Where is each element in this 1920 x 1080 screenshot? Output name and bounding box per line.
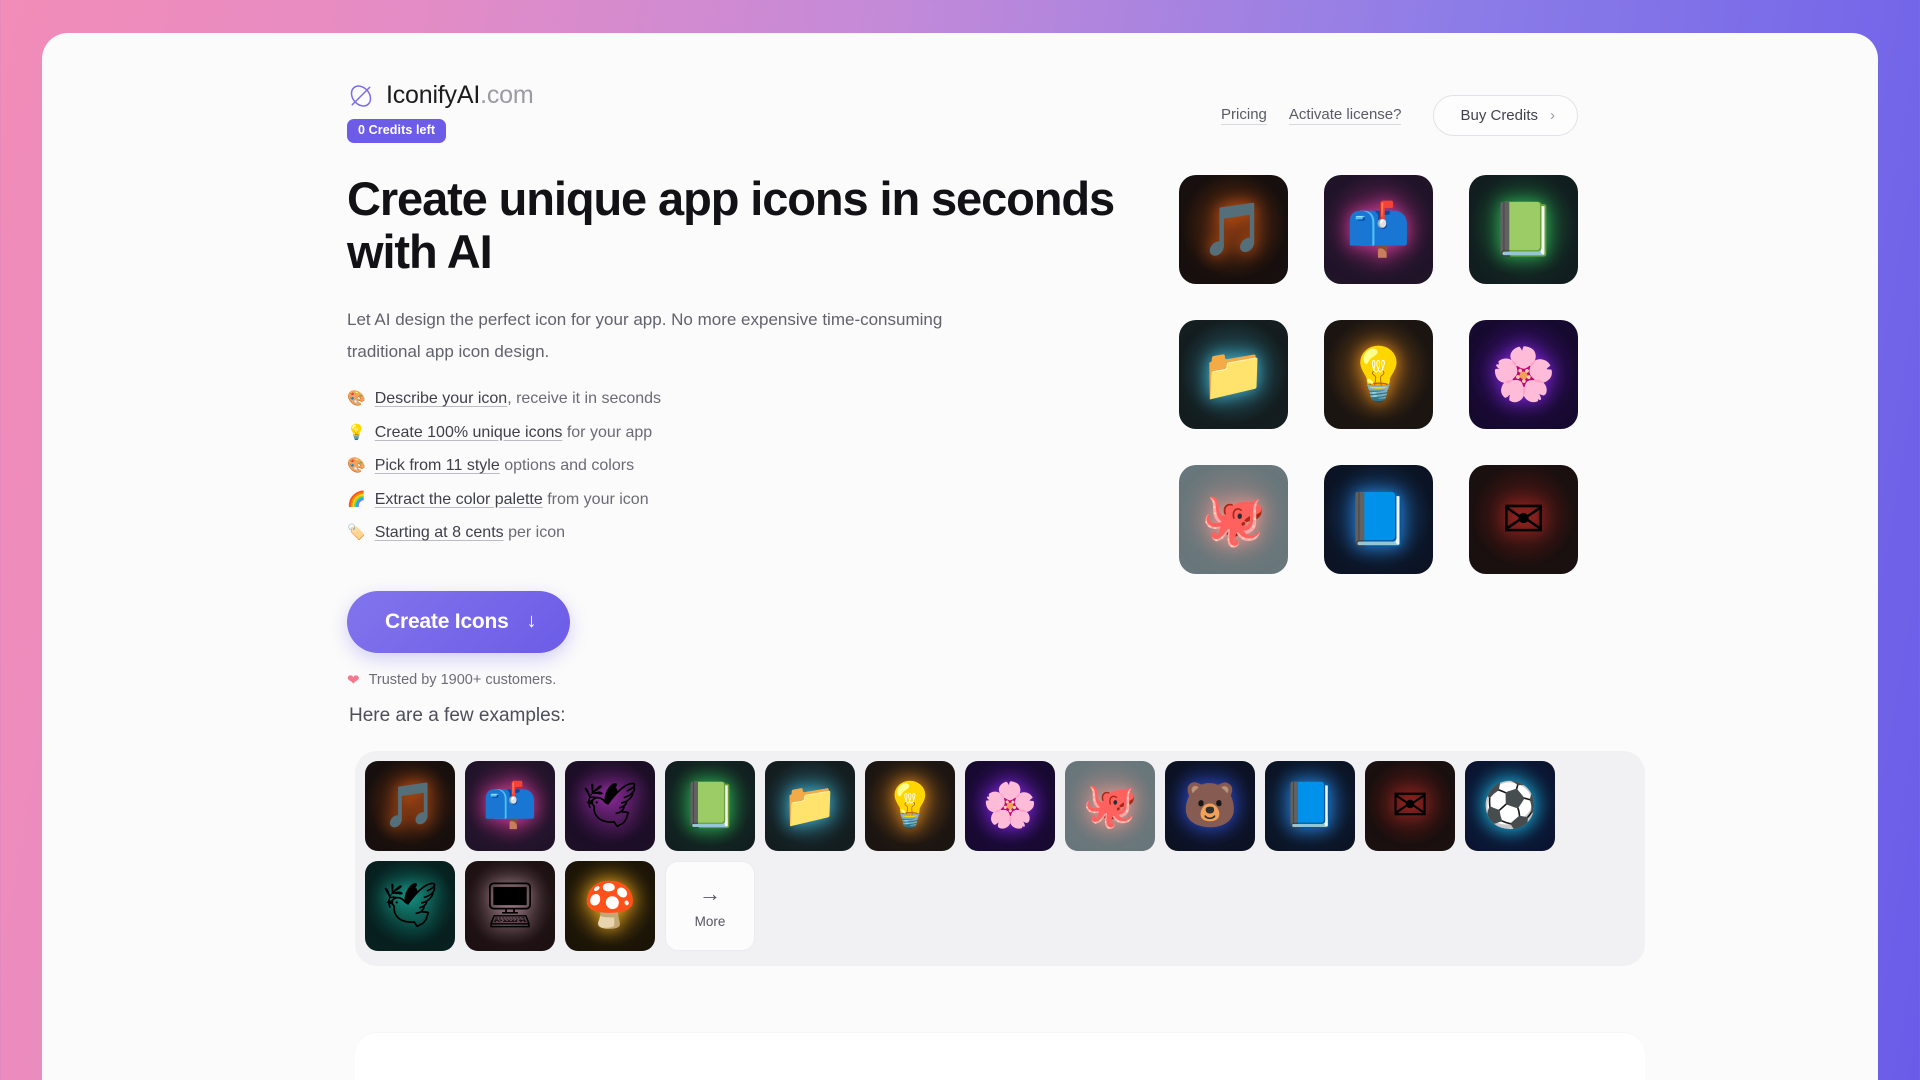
glowing-lightbulb-icon: 💡 (1324, 320, 1433, 429)
green-money-book-icon[interactable]: 📗 (665, 761, 755, 851)
feature-rest: for your app (562, 423, 653, 441)
feature-rest: , receive it in seconds (507, 390, 662, 408)
more-examples-button[interactable]: → More (665, 861, 755, 951)
pink-octopus-icon: 🐙 (1179, 465, 1288, 574)
brand-logo-link[interactable]: IconifyAI.com (347, 81, 534, 110)
pink-blue-folder-plus-icon[interactable]: 📁 (765, 761, 855, 851)
nav-link-activate-license[interactable]: Activate license? (1288, 106, 1402, 125)
fire-music-note-icon: 🎵 (1179, 175, 1288, 284)
brand-tld: .com (480, 81, 534, 109)
examples-title: Here are a few examples: (349, 705, 566, 726)
red-envelope-mail-icon: ✉ (1469, 465, 1578, 574)
teal-bird-icon[interactable]: 🕊 (365, 861, 455, 951)
feature-link[interactable]: Create 100% unique icons (375, 424, 563, 441)
feature-item: 🎨 Pick from 11 style options and colors (347, 456, 1147, 476)
blue-book-app-icon: 📘 (1324, 465, 1433, 574)
pink-mailbox-icon: 📫 (1324, 175, 1433, 284)
create-icons-label: Create Icons (385, 609, 509, 633)
arrow-right-icon: → (699, 881, 721, 906)
rainbow-icon: 🌈 (347, 490, 366, 508)
lightbulb-icon: 💡 (347, 423, 366, 441)
trust-text: Trusted by 1900+ customers. (368, 671, 557, 688)
red-envelope-mail-icon[interactable]: ✉ (1365, 761, 1455, 851)
brand-block: IconifyAI.com 0 Credits left (347, 81, 534, 143)
blue-bear-face-icon[interactable]: 🐻 (1165, 761, 1255, 851)
blue-book-app-icon[interactable]: 📘 (1265, 761, 1355, 851)
examples-gallery: 🎵 📫 🕊 📗 📁 💡 🌸 🐙 🐻 📘 ✉ ⚽ 🕊 🖥 🍄 → More (355, 751, 1645, 966)
chevron-right-icon: › (1550, 107, 1555, 124)
buy-credits-label: Buy Credits (1460, 107, 1538, 124)
feature-text: Starting at 8 cents per icon (375, 523, 565, 543)
hero-subhead: Let AI design the perfect icon for your … (347, 310, 943, 361)
feature-text: Create 100% unique icons for your app (375, 423, 653, 443)
generator-card: GENERATE ICON (355, 1033, 1645, 1080)
pink-mailbox-icon[interactable]: 📫 (465, 761, 555, 851)
price-tag-icon: 🏷️ (347, 524, 366, 542)
feature-link[interactable]: Describe your icon (375, 390, 508, 407)
feature-item: 🎨 Describe your icon, receive it in secon… (347, 389, 1147, 409)
examples-thumb-list: 🎵 📫 🕊 📗 📁 💡 🌸 🐙 🐻 📘 ✉ ⚽ 🕊 🖥 🍄 → More (365, 761, 1635, 951)
hero-section: Create unique app icons in seconds with … (347, 163, 1578, 689)
page-title: Create unique app icons in seconds with … (347, 172, 1115, 278)
neon-soccer-ball-icon[interactable]: ⚽ (1465, 761, 1555, 851)
create-icons-button[interactable]: Create Icons ↓ (347, 590, 571, 653)
brand-name: IconifyAI.com (386, 81, 534, 110)
neon-lotus-flower-icon[interactable]: 🌸 (965, 761, 1055, 851)
purple-hummingbird-icon[interactable]: 🕊 (565, 761, 655, 851)
arrow-down-icon: ↓ (526, 610, 537, 633)
feature-item: 🏷️ Starting at 8 cents per icon (347, 523, 1147, 543)
pink-octopus-icon[interactable]: 🐙 (1065, 761, 1155, 851)
trust-badge: ❤ Trusted by 1900+ customers. (347, 671, 1147, 689)
feature-link[interactable]: Extract the color palette (375, 491, 543, 508)
feature-rest: from your icon (542, 490, 649, 508)
feature-rest: options and colors (499, 457, 635, 475)
nav-link-pricing[interactable]: Pricing (1221, 106, 1267, 125)
fire-music-note-icon[interactable]: 🎵 (365, 761, 455, 851)
leaf-slash-icon (350, 84, 372, 107)
glowing-lightbulb-icon[interactable]: 💡 (865, 761, 955, 851)
yellow-mushroom-icon[interactable]: 🍄 (565, 861, 655, 951)
feature-link[interactable]: Starting at 8 cents (375, 524, 504, 541)
hero-copy: Create unique app icons in seconds with … (347, 163, 1147, 689)
feature-text: Pick from 11 style options and colors (375, 456, 634, 476)
feature-text: Describe your icon, receive it in second… (375, 389, 661, 409)
hero-icon-grid: 🎵 📫 📗 📁 💡 🌸 🐙 📘 ✉ (1179, 163, 1578, 689)
feature-item: 💡 Create 100% unique icons for your app (347, 423, 1147, 443)
palette-brush-icon: 🎨 (347, 390, 366, 408)
feature-rest: per icon (503, 524, 566, 542)
palette-icon: 🎨 (347, 457, 366, 475)
winged-computer-icon[interactable]: 🖥 (465, 861, 555, 951)
feature-link[interactable]: Pick from 11 style (375, 457, 500, 474)
feature-list: 🎨 Describe your icon, receive it in secon… (347, 389, 1147, 543)
feature-text: Extract the color palette from your icon (375, 490, 649, 510)
feature-item: 🌈 Extract the color palette from your ico… (347, 490, 1147, 510)
main-nav: Pricing Activate license? Buy Credits › (1221, 95, 1578, 136)
brand-name-text: IconifyAI (386, 81, 481, 109)
neon-lotus-flower-icon: 🌸 (1469, 320, 1578, 429)
pink-blue-folder-plus-icon: 📁 (1179, 320, 1288, 429)
green-money-book-icon: 📗 (1469, 175, 1578, 284)
page-frame: IconifyAI.com 0 Credits left Pricing Act… (42, 33, 1878, 1080)
more-label: More (694, 914, 726, 929)
site-header: IconifyAI.com 0 Credits left Pricing Act… (42, 81, 1878, 143)
buy-credits-button[interactable]: Buy Credits › (1433, 95, 1578, 136)
credits-badge: 0 Credits left (347, 119, 447, 143)
heart-icon: ❤ (347, 671, 360, 689)
